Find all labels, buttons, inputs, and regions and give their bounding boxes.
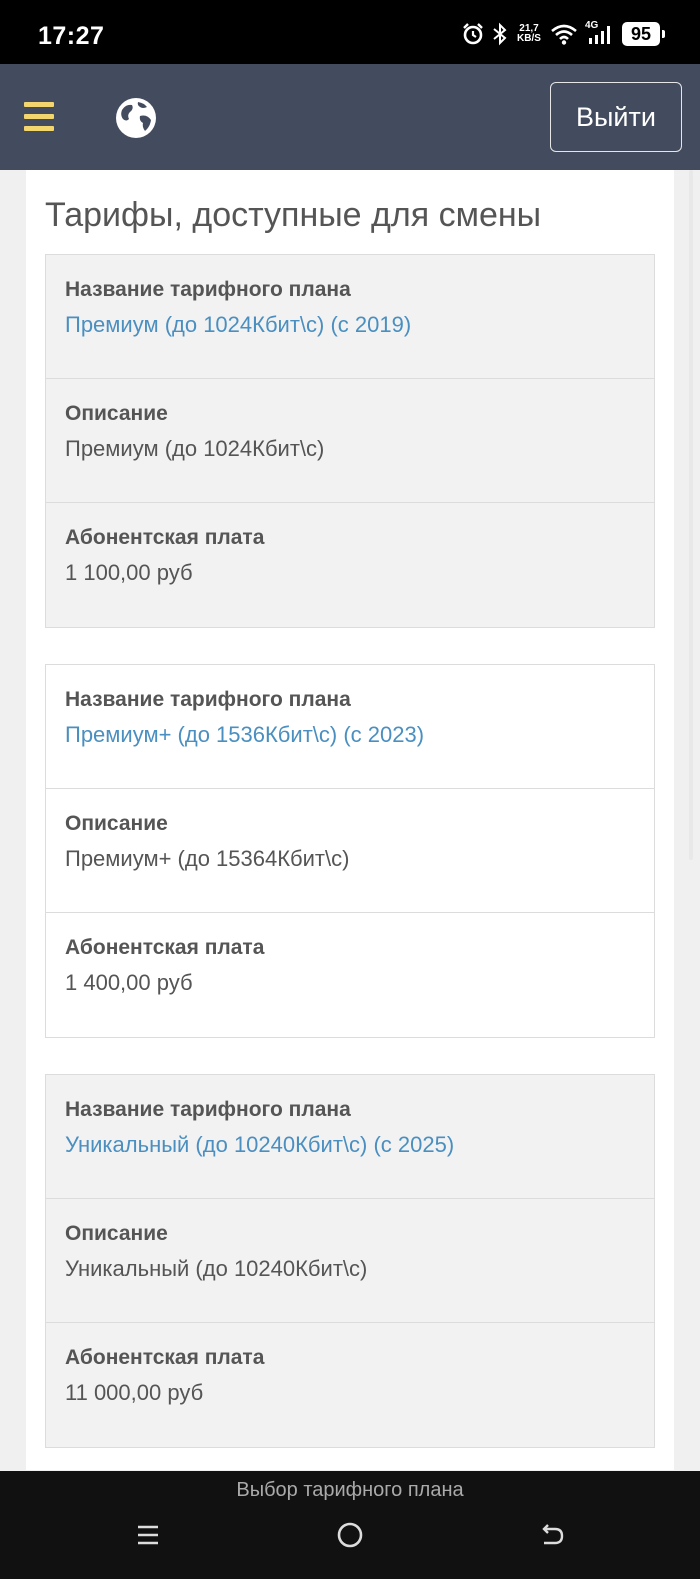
status-icons: 21,7 KB/S 4G 95 bbox=[461, 20, 665, 46]
plan-description-field: Описание Премиум (до 1024Кбит\с) bbox=[46, 379, 654, 503]
plan-fee-field: Абонентская плата 1 100,00 руб bbox=[46, 503, 654, 627]
system-nav-bar: Выбор тарифного плана bbox=[0, 1471, 700, 1579]
plan-name-link[interactable]: Уникальный (до 10240Кбит\с) (с 2025) bbox=[65, 1132, 654, 1158]
back-button[interactable] bbox=[532, 1515, 572, 1555]
field-label: Описание bbox=[65, 402, 168, 425]
field-label: Абонентская плата bbox=[65, 526, 265, 549]
field-label: Описание bbox=[65, 812, 168, 835]
plan-name-link[interactable]: Премиум+ (до 1536Кбит\с) (с 2023) bbox=[65, 722, 654, 748]
signal-icon bbox=[589, 26, 610, 44]
recent-apps-button[interactable] bbox=[128, 1515, 168, 1555]
battery-indicator: 95 bbox=[622, 22, 665, 46]
plan-fee-field: Абонентская плата 1 400,00 руб bbox=[46, 913, 654, 1037]
plan-fee-field: Абонентская плата 11 000,00 руб bbox=[46, 1323, 654, 1447]
plan-description-field: Описание Премиум+ (до 15364Кбит\с) bbox=[46, 789, 654, 913]
page-title: Тарифы, доступные для смены bbox=[45, 196, 542, 234]
app-header: Выйти bbox=[0, 64, 700, 170]
bluetooth-icon bbox=[493, 22, 507, 46]
nav-caption: Выбор тарифного плана bbox=[236, 1479, 464, 1501]
wifi-icon bbox=[551, 24, 577, 45]
plan-name-link[interactable]: Премиум (до 1024Кбит\с) (с 2019) bbox=[65, 312, 654, 338]
field-label: Абонентская плата bbox=[65, 936, 265, 959]
plan-card: Название тарифного плана Уникальный (до … bbox=[45, 1074, 655, 1448]
back-arrow-icon bbox=[542, 1524, 564, 1545]
plan-description: Премиум (до 1024Кбит\с) bbox=[65, 436, 325, 461]
alarm-icon bbox=[463, 23, 483, 45]
plan-card: Название тарифного плана Премиум+ (до 15… bbox=[45, 664, 655, 1038]
field-label: Название тарифного плана bbox=[65, 1098, 351, 1121]
hamburger-menu-icon[interactable] bbox=[24, 102, 54, 132]
logout-button[interactable]: Выйти bbox=[550, 82, 682, 152]
field-label: Описание bbox=[65, 1222, 168, 1245]
menu-lines-icon bbox=[138, 1525, 158, 1545]
plan-card: Название тарифного плана Премиум (до 102… bbox=[45, 254, 655, 628]
plan-name-field: Название тарифного плана Премиум+ (до 15… bbox=[46, 665, 654, 789]
status-time: 17:27 bbox=[38, 22, 105, 50]
net-speed-unit: KB/S bbox=[517, 33, 541, 44]
plan-name-field: Название тарифного плана Премиум (до 102… bbox=[46, 255, 654, 379]
field-label: Абонентская плата bbox=[65, 1346, 265, 1369]
scrollbar[interactable] bbox=[689, 170, 693, 860]
plan-description-field: Описание Уникальный (до 10240Кбит\с) bbox=[46, 1199, 654, 1323]
home-button[interactable] bbox=[330, 1515, 370, 1555]
plan-description: Премиум+ (до 15364Кбит\с) bbox=[65, 846, 350, 871]
plan-name-field: Название тарифного плана Уникальный (до … bbox=[46, 1075, 654, 1199]
plan-fee: 1 100,00 руб bbox=[65, 560, 193, 585]
main-content: Тарифы, доступные для смены Название тар… bbox=[26, 170, 674, 1470]
plan-fee: 1 400,00 руб bbox=[65, 970, 193, 995]
globe-icon[interactable] bbox=[114, 96, 158, 140]
plan-description: Уникальный (до 10240Кбит\с) bbox=[65, 1256, 368, 1281]
home-circle-icon bbox=[337, 1522, 363, 1548]
net-speed: 21,7 KB/S bbox=[515, 24, 543, 44]
field-label: Название тарифного плана bbox=[65, 278, 351, 301]
plan-fee: 11 000,00 руб bbox=[65, 1380, 204, 1405]
cellular-signal: 4G bbox=[585, 20, 615, 46]
status-bar: 17:27 21,7 KB/S 4G 95 bbox=[0, 0, 700, 64]
field-label: Название тарифного плана bbox=[65, 688, 351, 711]
